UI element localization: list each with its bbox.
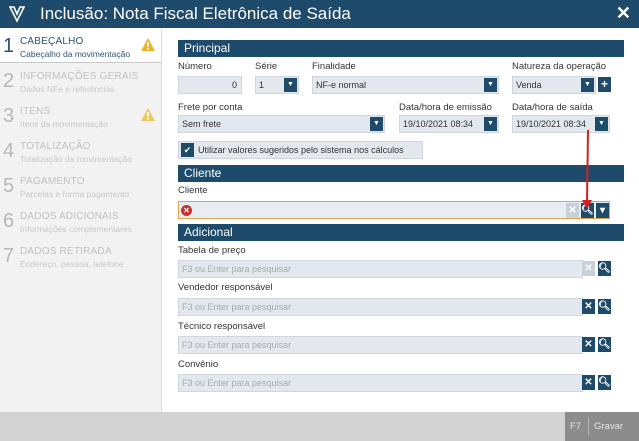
step-totalizacao[interactable]: 4 TOTALIZAÇÃO Totalização da movimentaçã…: [0, 133, 161, 168]
search-icon[interactable]: 🔍︎: [581, 203, 594, 218]
step-number: 2: [3, 70, 15, 92]
clear-icon[interactable]: ✕: [582, 299, 595, 314]
step-dados-retirada[interactable]: 7 DADOS RETIRADA Endereço, pessoa, telef…: [0, 238, 161, 273]
form-panel: Principal Número 0 Série 1 ▼ Finalidade …: [162, 28, 639, 412]
natureza-label: Natureza da operação: [512, 61, 607, 72]
chevron-down-icon[interactable]: ▼: [484, 117, 497, 131]
chevron-down-icon[interactable]: ▾: [596, 203, 609, 218]
step-pagamento[interactable]: 5 PAGAMENTO Parcelas e forma pagamento: [0, 168, 161, 203]
natureza-select[interactable]: Venda ▼: [512, 76, 596, 94]
window-title: Inclusão: Nota Fiscal Eletrônica de Saíd…: [40, 4, 351, 23]
step-subtitle: Dados NFe e referências: [20, 84, 115, 94]
suggested-values-checkbox[interactable]: ✔ Utilizar valores sugeridos pelo sistem…: [178, 141, 423, 159]
search-icon[interactable]: 🔍︎: [598, 261, 611, 276]
add-natureza-button[interactable]: +: [598, 77, 611, 92]
numero-label: Número: [178, 61, 212, 72]
warning-icon: [141, 108, 155, 121]
vendedor-field[interactable]: F3 ou Enter para pesquisar: [178, 298, 583, 316]
chevron-down-icon[interactable]: ▼: [581, 78, 594, 92]
frete-label: Frete por conta: [178, 102, 243, 113]
step-informacoes-gerais[interactable]: 2 INFORMAÇÕES GERAIS Dados NFe e referên…: [0, 63, 161, 98]
natureza-value: Venda: [516, 80, 542, 90]
search-icon[interactable]: 🔍︎: [598, 299, 611, 314]
section-cliente-header: Cliente: [178, 165, 624, 182]
emissao-field[interactable]: 19/10/2021 08:34 ▼: [399, 115, 499, 133]
checkmark-icon: ✔: [181, 143, 194, 157]
step-number: 7: [3, 245, 15, 267]
frete-value: Sem frete: [182, 119, 222, 129]
step-cabecalho[interactable]: 1 CABEÇALHO Cabeçalho da movimentação: [0, 28, 161, 63]
footer-bar: F7 Gravar: [0, 412, 639, 441]
tabela-preco-label: Tabela de preço: [178, 245, 246, 256]
finalidade-label: Finalidade: [312, 61, 356, 72]
error-icon: ✕: [181, 205, 192, 216]
saida-field[interactable]: 19/10/2021 08:34 ▼: [512, 115, 610, 133]
save-button[interactable]: F7 Gravar: [565, 412, 639, 441]
section-principal-header: Principal: [178, 40, 624, 57]
chevron-down-icon[interactable]: ▼: [595, 117, 608, 131]
warning-icon: [141, 38, 155, 51]
chevron-down-icon[interactable]: ▼: [370, 117, 383, 131]
cliente-label: Cliente: [178, 185, 208, 196]
app-logo-icon: [8, 6, 26, 23]
emissao-value: 19/10/2021 08:34: [403, 119, 474, 129]
serie-value: 1: [259, 80, 265, 90]
step-title: CABEÇALHO: [20, 36, 84, 47]
vendedor-label: Vendedor responsável: [178, 282, 273, 293]
shortcut-key: F7: [570, 421, 582, 432]
tecnico-label: Técnico responsável: [178, 321, 266, 332]
search-icon[interactable]: 🔍︎: [598, 337, 611, 352]
tecnico-field[interactable]: F3 ou Enter para pesquisar: [178, 336, 583, 354]
step-title: PAGAMENTO: [20, 176, 85, 187]
steps-sidebar: 1 CABEÇALHO Cabeçalho da movimentação 2 …: [0, 28, 162, 412]
save-label: Gravar: [594, 421, 624, 432]
step-itens[interactable]: 3 ITENS Itens da movimentação: [0, 98, 161, 133]
step-title: DADOS RETIRADA: [20, 246, 112, 257]
chevron-down-icon[interactable]: ▼: [484, 78, 497, 92]
serie-select[interactable]: 1 ▼: [255, 76, 299, 94]
divider: [588, 418, 589, 435]
emissao-label: Data/hora de emissão: [399, 102, 492, 113]
step-subtitle: Endereço, pessoa, telefone: [20, 259, 124, 269]
step-number: 3: [3, 105, 15, 127]
convenio-label: Convênio: [178, 359, 219, 370]
step-dados-adicionais[interactable]: 6 DADOS ADICIONAIS Informações complemen…: [0, 203, 161, 238]
title-bar: Inclusão: Nota Fiscal Eletrônica de Saíd…: [0, 0, 639, 28]
serie-label: Série: [255, 61, 278, 72]
step-title: ITENS: [20, 106, 51, 117]
step-title: DADOS ADICIONAIS: [20, 211, 119, 222]
chevron-down-icon[interactable]: ▼: [284, 78, 297, 92]
step-subtitle: Itens da movimentação: [20, 119, 108, 129]
step-subtitle: Totalização da movimentação: [20, 154, 132, 164]
clear-icon[interactable]: ✕: [582, 375, 595, 390]
section-adicional-header: Adicional: [178, 224, 624, 241]
step-title: INFORMAÇÕES GERAIS: [20, 71, 139, 82]
step-number: 4: [3, 140, 15, 162]
search-icon[interactable]: 🔍︎: [598, 375, 611, 390]
step-subtitle: Parcelas e forma pagamento: [20, 189, 130, 199]
suggested-values-label: Utilizar valores sugeridos pelo sistema …: [198, 145, 404, 155]
saida-label: Data/hora de saída: [512, 102, 593, 113]
step-subtitle: Informações complementares: [20, 224, 132, 234]
clear-icon[interactable]: ✕: [582, 337, 595, 352]
clear-icon[interactable]: ✕: [566, 203, 579, 218]
tabela-preco-field[interactable]: F3 ou Enter para pesquisar: [178, 260, 583, 278]
saida-value: 19/10/2021 08:34: [516, 119, 587, 129]
step-number: 1: [3, 35, 15, 57]
finalidade-select[interactable]: NF-e normal ▼: [312, 76, 499, 94]
step-title: TOTALIZAÇÃO: [20, 141, 91, 152]
clear-icon[interactable]: ✕: [582, 261, 595, 276]
convenio-field[interactable]: F3 ou Enter para pesquisar: [178, 374, 583, 392]
frete-select[interactable]: Sem frete ▼: [178, 115, 385, 133]
cliente-field[interactable]: ✕ ✕ 🔍︎ ▾: [178, 201, 610, 219]
step-number: 5: [3, 175, 15, 197]
close-icon[interactable]: ✕: [616, 3, 631, 24]
numero-field[interactable]: 0: [178, 76, 242, 94]
step-subtitle: Cabeçalho da movimentação: [20, 49, 131, 59]
finalidade-value: NF-e normal: [316, 80, 367, 90]
step-number: 6: [3, 210, 15, 232]
